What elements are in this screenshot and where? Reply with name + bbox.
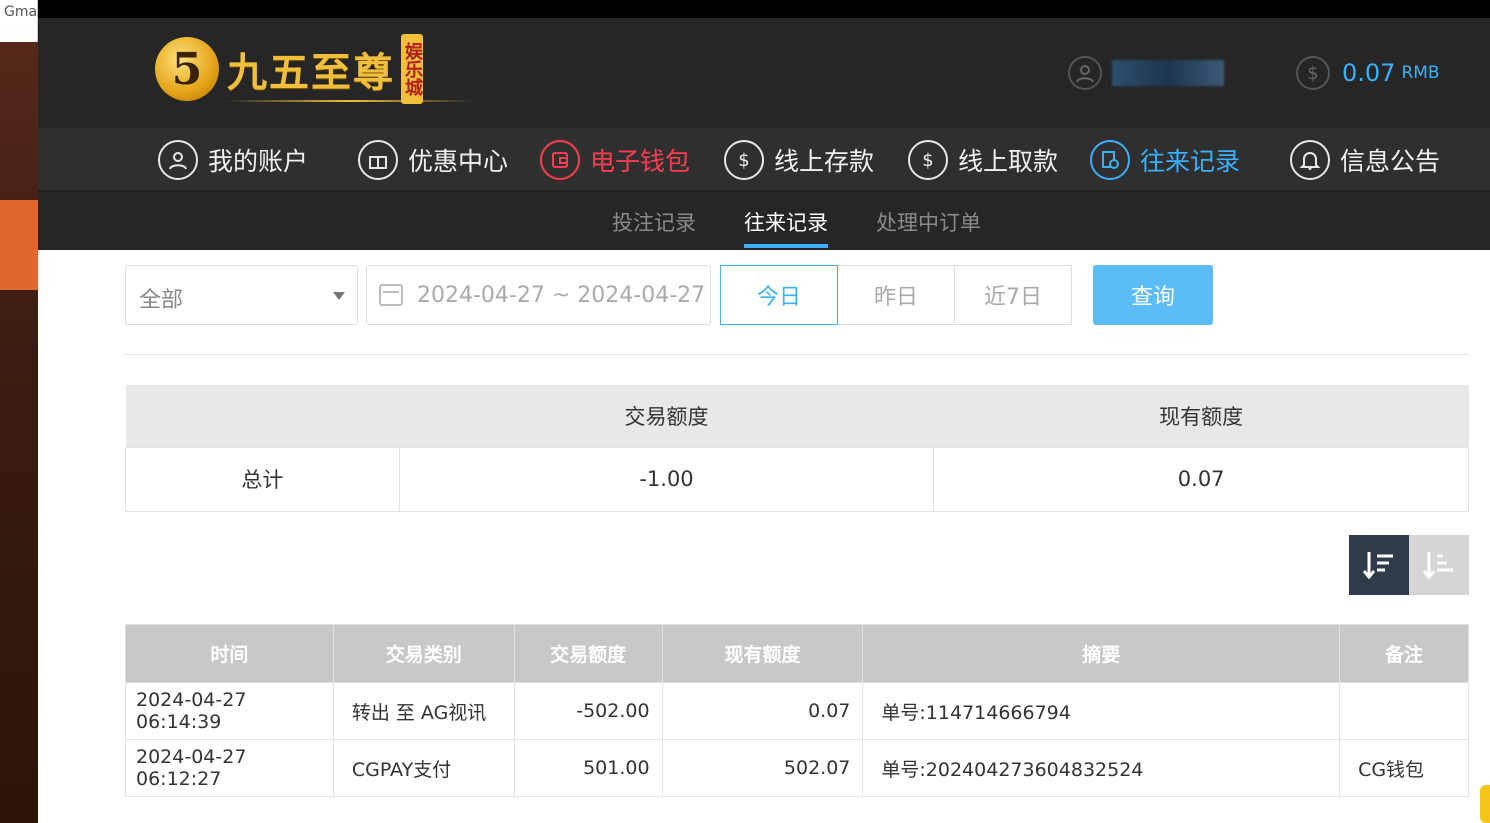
summary-cell: 总计 — [125, 446, 400, 512]
main-nav: 我的账户 优惠中心 电子钱包 $ 线上存款 $ 线上取款 往来记录 信息公告 — [38, 128, 1490, 192]
records-header-row: 时间 交易类别 交易额度 现有额度 摘要 备注 — [125, 624, 1469, 683]
cell-summary: 单号:114714666794 — [862, 682, 1341, 740]
cell-balance: 502.07 — [661, 739, 864, 797]
cell-amount: 501.00 — [513, 739, 663, 797]
dollar-icon: $ — [1296, 56, 1330, 90]
calendar-icon — [379, 284, 403, 306]
nav-item-transaction-records[interactable]: 往来记录 — [1090, 138, 1240, 182]
active-tab-underline — [744, 244, 828, 248]
logo-ornament — [225, 100, 475, 102]
nav-item-label: 优惠中心 — [408, 147, 509, 176]
gift-icon — [358, 140, 398, 180]
nav-item-label: 我的账户 — [208, 147, 309, 176]
summary-header-row: 交易额度 现有额度 — [125, 385, 1469, 447]
cell-summary: 单号:202404273604832524 — [862, 739, 1341, 797]
column-header-amount[interactable]: 交易额度 — [513, 624, 663, 683]
cell-time: 2024-04-27 06:14:39 — [125, 682, 334, 740]
sort-desc-icon — [1362, 552, 1393, 580]
chevron-down-icon — [333, 292, 345, 300]
nav-item-withdraw[interactable]: $ 线上取款 — [908, 138, 1058, 182]
summary-row: 总计 -1.00 0.07 — [125, 446, 1469, 512]
balance-area: $ 0.07 RMB — [1296, 56, 1440, 90]
type-select[interactable]: 全部 — [125, 265, 358, 325]
username-redacted — [1112, 60, 1224, 86]
logo-subtitle: 娱乐城 — [401, 34, 423, 104]
summary-header-cell: 交易额度 — [399, 385, 934, 447]
table-row: 2024-04-27 06:14:39 转出 至 AG视讯 -502.00 0.… — [125, 682, 1469, 740]
cell-type: CGPAY支付 — [332, 739, 515, 797]
nav-item-label: 线上取款 — [958, 147, 1059, 176]
last-7-days-button[interactable]: 近7日 — [954, 265, 1072, 325]
cell-amount: -502.00 — [513, 682, 663, 740]
background-accent — [0, 200, 38, 290]
summary-header-cell: 现有额度 — [933, 385, 1469, 447]
column-header-summary[interactable]: 摘要 — [862, 624, 1341, 683]
balance-value: 0.07 — [1342, 59, 1396, 87]
user-area[interactable] — [1068, 56, 1224, 90]
query-button[interactable]: 查询 — [1093, 265, 1213, 325]
background-strip: Gma — [0, 0, 38, 823]
sort-ascending-button[interactable] — [1409, 535, 1469, 595]
tab-bet-records[interactable]: 投注记录 — [612, 207, 696, 237]
nav-item-e-wallet[interactable]: 电子钱包 — [540, 138, 690, 182]
nav-item-promotions[interactable]: 优惠中心 — [358, 138, 508, 182]
cell-type: 转出 至 AG视讯 — [332, 682, 515, 740]
nav-item-deposit[interactable]: $ 线上存款 — [724, 138, 874, 182]
summary-cell: 0.07 — [933, 446, 1469, 512]
cell-balance: 0.07 — [661, 682, 864, 740]
withdraw-icon: $ — [908, 140, 948, 180]
nav-item-label: 往来记录 — [1140, 147, 1241, 176]
wallet-icon — [540, 140, 580, 180]
sort-asc-icon — [1422, 552, 1453, 580]
floating-widget-edge[interactable] — [1480, 785, 1490, 823]
nav-item-my-account[interactable]: 我的账户 — [158, 138, 308, 182]
tab-transaction-records[interactable]: 往来记录 — [744, 207, 828, 237]
balance-unit: RMB — [1401, 63, 1440, 83]
yesterday-button[interactable]: 昨日 — [837, 265, 955, 325]
column-header-remark[interactable]: 备注 — [1339, 624, 1469, 683]
divider — [125, 354, 1469, 355]
summary-table: 交易额度 现有额度 总计 -1.00 0.07 — [125, 385, 1469, 512]
quick-date-group: 今日 昨日 近7日 — [720, 265, 1072, 325]
today-button[interactable]: 今日 — [720, 265, 838, 325]
summary-header-cell — [125, 385, 400, 447]
bell-icon — [1290, 140, 1330, 180]
top-bar — [38, 0, 1490, 18]
summary-cell: -1.00 — [398, 446, 935, 512]
cell-remark — [1339, 682, 1469, 740]
nav-item-announcements[interactable]: 信息公告 — [1290, 138, 1440, 182]
cell-remark: CG钱包 — [1339, 739, 1469, 797]
records-icon — [1090, 140, 1130, 180]
nav-item-label: 信息公告 — [1340, 147, 1441, 176]
type-select-value: 全部 — [139, 288, 184, 313]
column-header-balance[interactable]: 现有额度 — [661, 624, 864, 683]
sort-buttons — [1349, 535, 1469, 595]
tab-pending-orders[interactable]: 处理中订单 — [876, 207, 981, 237]
browser-tab-stub[interactable]: Gma — [0, 0, 38, 42]
logo-text: 九五至尊 — [227, 49, 395, 96]
sub-nav: 投注记录 往来记录 处理中订单 — [38, 192, 1490, 250]
site-logo[interactable]: 5 九五至尊 娱乐城 — [155, 34, 475, 104]
cell-time: 2024-04-27 06:12:27 — [125, 739, 334, 797]
nav-item-label: 电子钱包 — [590, 147, 691, 176]
date-range-value: 2024-04-27 ~ 2024-04-27 — [417, 282, 706, 308]
site-header: 5 九五至尊 娱乐城 $ 0.07 RMB — [38, 18, 1490, 128]
deposit-icon: $ — [724, 140, 764, 180]
logo-badge: 5 — [155, 37, 219, 101]
user-icon — [1068, 56, 1102, 90]
user-icon — [158, 140, 198, 180]
column-header-type[interactable]: 交易类别 — [332, 624, 515, 683]
table-row: 2024-04-27 06:12:27 CGPAY支付 501.00 502.0… — [125, 739, 1469, 797]
sort-descending-button[interactable] — [1349, 535, 1409, 595]
date-range-input[interactable]: 2024-04-27 ~ 2024-04-27 — [366, 265, 711, 325]
column-header-time[interactable]: 时间 — [125, 624, 334, 683]
nav-item-label: 线上存款 — [774, 147, 875, 176]
records-table: 时间 交易类别 交易额度 现有额度 摘要 备注 2024-04-27 06:14… — [125, 624, 1469, 797]
